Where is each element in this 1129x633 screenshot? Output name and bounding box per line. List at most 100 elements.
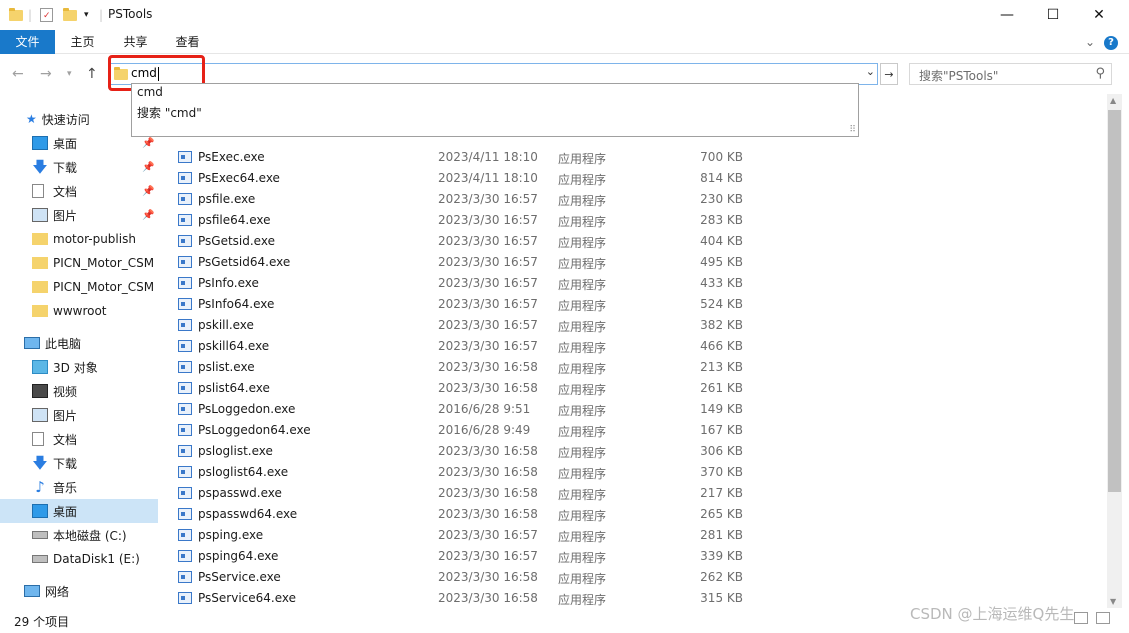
file-name: psping64.exe — [198, 549, 279, 563]
file-row[interactable]: psloglist.exe 2023/3/30 16:58 应用程序 306 KB — [170, 441, 770, 462]
address-bar[interactable]: cmd ⌄ — [108, 63, 878, 85]
back-arrow-icon[interactable]: ← — [12, 66, 24, 82]
nav-network[interactable]: 网络 — [0, 579, 158, 603]
nav-item-3d-objects[interactable]: 3D 对象 — [0, 355, 158, 379]
nav-item-folder[interactable]: PICN_Motor_CSM — [0, 275, 158, 299]
scroll-down-icon[interactable]: ▼ — [1110, 597, 1116, 606]
address-dropdown-icon[interactable]: ⌄ — [866, 65, 875, 78]
nav-this-pc[interactable]: 此电脑 — [0, 331, 158, 355]
file-type: 应用程序 — [558, 299, 607, 313]
file-date: 2023/3/30 16:57 — [438, 339, 538, 353]
nav-label: 文档 — [53, 184, 78, 199]
file-row[interactable]: PsInfo64.exe 2023/3/30 16:57 应用程序 524 KB — [170, 294, 770, 315]
close-button[interactable]: ✕ — [1076, 0, 1122, 30]
file-row[interactable]: psfile.exe 2023/3/30 16:57 应用程序 230 KB — [170, 189, 770, 210]
scroll-up-icon[interactable]: ▲ — [1110, 96, 1116, 105]
file-row[interactable]: pslist64.exe 2023/3/30 16:58 应用程序 261 KB — [170, 378, 770, 399]
watermark: CSDN @上海运维Q先生 — [910, 605, 1075, 623]
autocomplete-item[interactable]: 搜索 "cmd" — [137, 104, 202, 121]
file-row[interactable]: PsService.exe 2023/3/30 16:58 应用程序 262 KB — [170, 567, 770, 588]
details-view-icon[interactable] — [1074, 612, 1088, 624]
file-row[interactable]: pskill.exe 2023/3/30 16:57 应用程序 382 KB — [170, 315, 770, 336]
file-row[interactable]: pspasswd64.exe 2023/3/30 16:58 应用程序 265 KB — [170, 504, 770, 525]
file-size: 306 KB — [700, 444, 743, 458]
file-type: 应用程序 — [558, 320, 607, 334]
autocomplete-item[interactable]: cmd — [137, 85, 163, 99]
nav-item-desktop-selected[interactable]: 桌面 — [0, 499, 158, 523]
nav-item-drive-e[interactable]: DataDisk1 (E:) — [0, 547, 158, 571]
recent-locations-dropdown-icon[interactable]: ▾ — [67, 69, 72, 79]
nav-item-folder[interactable]: motor-publish — [0, 227, 158, 251]
application-icon — [178, 235, 192, 247]
file-row[interactable]: PsService64.exe 2023/3/30 16:58 应用程序 315 KB — [170, 588, 770, 608]
nav-item-folder[interactable]: wwwroot — [0, 299, 158, 323]
nav-label: 桌面 — [53, 504, 78, 519]
resize-grip-icon[interactable]: ⠿ — [849, 125, 856, 135]
picture-icon — [32, 208, 48, 222]
file-date: 2023/3/30 16:58 — [438, 507, 538, 521]
file-row[interactable]: pslist.exe 2023/3/30 16:58 应用程序 213 KB — [170, 357, 770, 378]
folder-icon — [32, 281, 48, 293]
drive-icon — [32, 555, 48, 563]
file-type: 应用程序 — [558, 488, 607, 502]
nav-item-folder[interactable]: PICN_Motor_CSM — [0, 251, 158, 275]
folder-icon — [32, 257, 48, 269]
ribbon-tabs: 文件 主页 共享 查看 ⌄ ? — [0, 30, 1129, 54]
up-arrow-icon[interactable]: ↑ — [86, 66, 98, 82]
nav-item-documents[interactable]: 文档 — [0, 427, 158, 451]
file-row[interactable]: PsExec64.exe 2023/4/11 18:10 应用程序 814 KB — [170, 168, 770, 189]
nav-item-videos[interactable]: 视频 — [0, 379, 158, 403]
pin-icon[interactable]: 📌 — [142, 186, 154, 197]
nav-item-pictures[interactable]: 图片 — [0, 403, 158, 427]
file-date: 2023/3/30 16:57 — [438, 549, 538, 563]
tab-file[interactable]: 文件 — [0, 30, 55, 54]
forward-arrow-icon[interactable]: → — [40, 66, 52, 82]
large-icons-view-icon[interactable] — [1096, 612, 1110, 624]
tab-home[interactable]: 主页 — [60, 30, 105, 54]
file-row[interactable]: PsGetsid.exe 2023/3/30 16:57 应用程序 404 KB — [170, 231, 770, 252]
file-type: 应用程序 — [558, 257, 607, 271]
file-row[interactable]: PsLoggedon.exe 2016/6/28 9:51 应用程序 149 KB — [170, 399, 770, 420]
maximize-button[interactable]: ☐ — [1030, 0, 1076, 30]
minimize-button[interactable]: — — [984, 0, 1030, 30]
properties-icon[interactable]: ✓ — [40, 7, 53, 23]
music-icon: ♪ — [35, 478, 45, 496]
file-name: PsInfo.exe — [198, 276, 259, 290]
pin-icon[interactable]: 📌 — [142, 138, 154, 149]
chevron-down-icon[interactable]: ⌄ — [1082, 30, 1098, 54]
file-row[interactable]: PsExec.exe 2023/4/11 18:10 应用程序 700 KB — [170, 147, 770, 168]
file-row[interactable]: psping64.exe 2023/3/30 16:57 应用程序 339 KB — [170, 546, 770, 567]
vertical-scrollbar[interactable]: ▲ ▼ — [1107, 94, 1122, 608]
nav-item-drive-c[interactable]: 本地磁盘 (C:) — [0, 523, 158, 547]
file-type: 应用程序 — [558, 341, 607, 355]
tab-view[interactable]: 查看 — [165, 30, 210, 54]
file-row[interactable]: pskill64.exe 2023/3/30 16:57 应用程序 466 KB — [170, 336, 770, 357]
file-row[interactable]: psping.exe 2023/3/30 16:57 应用程序 281 KB — [170, 525, 770, 546]
nav-item-downloads[interactable]: 🡇 下载 📌 — [0, 155, 158, 179]
pin-icon[interactable]: 📌 — [142, 210, 154, 221]
nav-item-downloads[interactable]: 🡇 下载 — [0, 451, 158, 475]
file-name: pslist.exe — [198, 360, 255, 374]
scrollbar-thumb[interactable] — [1108, 110, 1121, 492]
help-icon[interactable]: ? — [1104, 36, 1118, 50]
search-icon[interactable]: ⚲ — [1095, 66, 1105, 81]
new-folder-icon[interactable] — [63, 7, 77, 23]
file-row[interactable]: PsGetsid64.exe 2023/3/30 16:57 应用程序 495 KB — [170, 252, 770, 273]
file-row[interactable]: PsInfo.exe 2023/3/30 16:57 应用程序 433 KB — [170, 273, 770, 294]
file-row[interactable]: pspasswd.exe 2023/3/30 16:58 应用程序 217 KB — [170, 483, 770, 504]
search-box[interactable]: 搜索"PSTools" ⚲ — [909, 63, 1112, 85]
file-type: 应用程序 — [558, 278, 607, 292]
file-row[interactable]: psloglist64.exe 2023/3/30 16:58 应用程序 370 KB — [170, 462, 770, 483]
nav-item-documents[interactable]: 文档 📌 — [0, 179, 158, 203]
file-size: 283 KB — [700, 213, 743, 227]
application-icon — [178, 298, 192, 310]
quick-access-dropdown-icon[interactable]: ▾ — [84, 7, 89, 23]
pin-icon[interactable]: 📌 — [142, 162, 154, 173]
search-input[interactable]: 搜索"PSTools" — [919, 67, 998, 84]
go-button[interactable]: → — [880, 63, 898, 85]
tab-share[interactable]: 共享 — [113, 30, 158, 54]
file-row[interactable]: psfile64.exe 2023/3/30 16:57 应用程序 283 KB — [170, 210, 770, 231]
nav-item-music[interactable]: ♪ 音乐 — [0, 475, 158, 499]
nav-item-pictures[interactable]: 图片 📌 — [0, 203, 158, 227]
file-row[interactable]: PsLoggedon64.exe 2016/6/28 9:49 应用程序 167 KB — [170, 420, 770, 441]
